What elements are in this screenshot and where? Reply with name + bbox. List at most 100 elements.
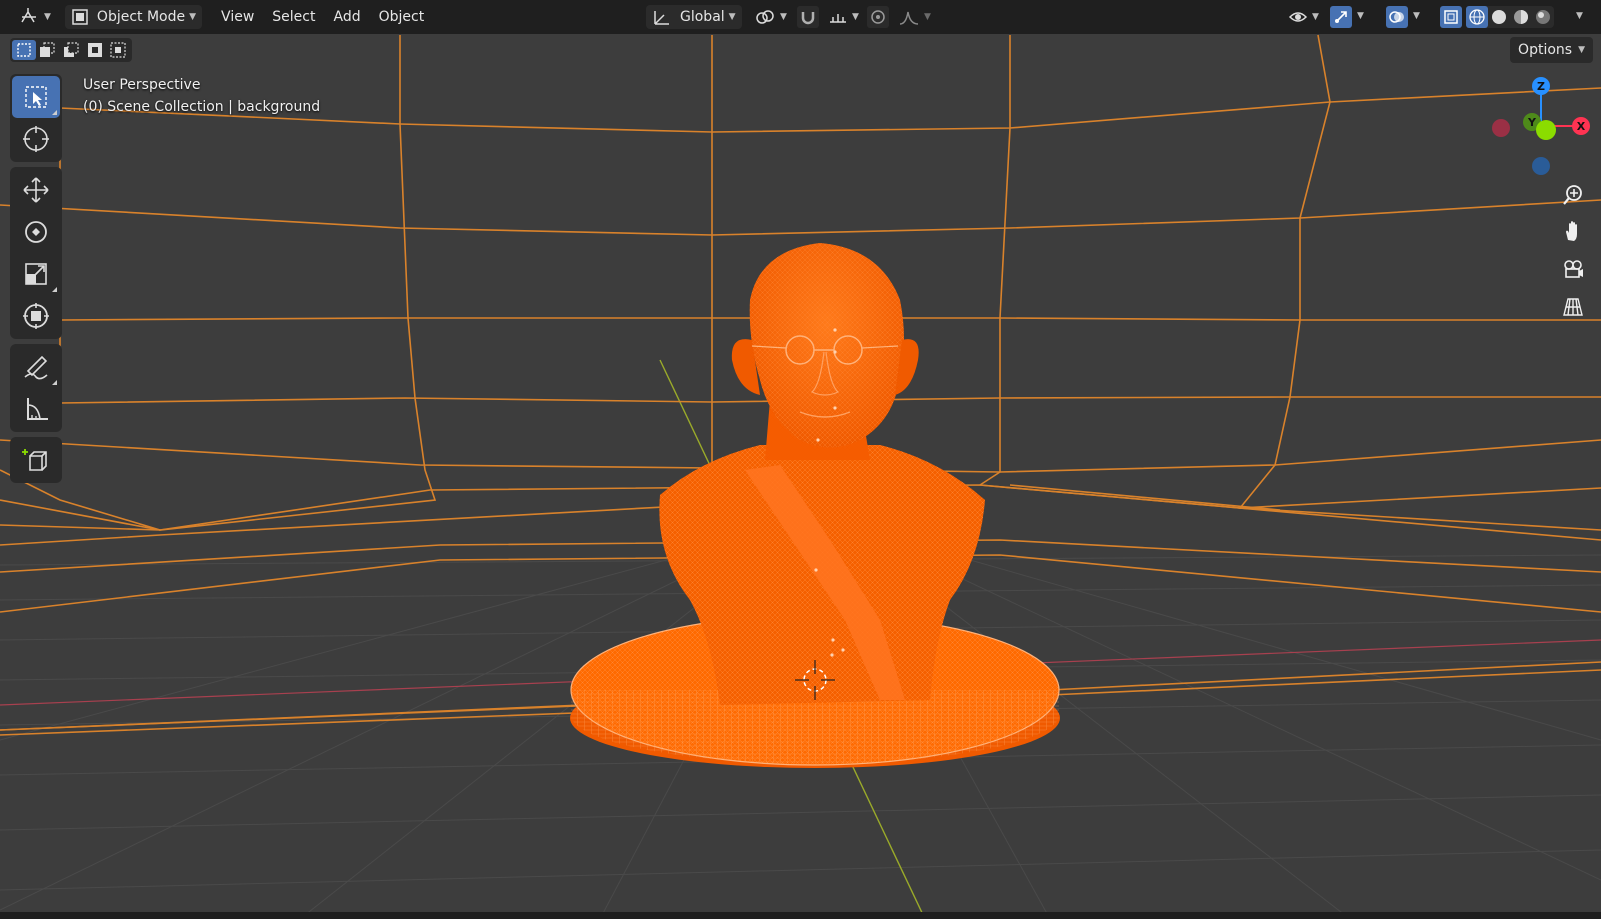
rendered-shading-button[interactable] [1532, 6, 1554, 28]
zoom-button[interactable] [1556, 178, 1590, 212]
falloff-curve-icon [899, 11, 919, 25]
orientation-icon [654, 11, 669, 25]
tool-group-transform [10, 167, 62, 339]
tool-variants-indicator [52, 287, 57, 292]
tool-annotate[interactable] [12, 346, 60, 388]
falloff-dropdown[interactable]: ▼ [892, 5, 937, 29]
eye-icon [1288, 12, 1308, 22]
select-subtract-button[interactable] [59, 40, 83, 60]
measure-ruler-icon [27, 398, 48, 420]
gizmo-neg-x [1492, 119, 1510, 137]
rendered-sphere-icon [1536, 10, 1550, 24]
tool-group-add [10, 437, 62, 483]
wireframe-sphere-icon [1469, 9, 1485, 25]
snap-increment-icon [830, 14, 846, 23]
gizmo-toggle[interactable] [1330, 6, 1352, 28]
chevron-down-icon: ▼ [1312, 12, 1319, 22]
tool-measure[interactable] [12, 388, 60, 430]
snap-target-dropdown[interactable]: ▼ [822, 5, 865, 29]
xray-toggle[interactable] [1440, 6, 1462, 28]
menu-view[interactable]: View [212, 5, 263, 29]
select-new-icon [17, 43, 31, 57]
magnet-icon [801, 12, 815, 25]
tool-scale[interactable] [12, 253, 60, 295]
viewport-scene [0, 34, 1601, 919]
tool-group-select [10, 74, 62, 162]
tool-variants-indicator [52, 380, 57, 385]
chevron-down-icon: ▼ [924, 12, 931, 22]
pivot-icon [756, 10, 774, 24]
select-box-icon [25, 86, 47, 108]
annotate-pencil-icon [24, 355, 48, 380]
gizmo-icon [1335, 11, 1347, 23]
xray-icon [1444, 10, 1458, 24]
viewport-info-overlay: User Perspective (0) Scene Collection | … [83, 74, 320, 118]
overlays-icon [1389, 11, 1404, 23]
tool-move[interactable] [12, 169, 60, 211]
overlays-toggle[interactable] [1386, 6, 1408, 28]
select-intersect-button[interactable] [106, 40, 130, 60]
chevron-down-icon: ▼ [189, 12, 197, 22]
gizmo-dropdown-chevron[interactable]: ▼ [1357, 11, 1364, 21]
tool-select-box[interactable] [12, 76, 60, 118]
tool-add-cube[interactable] [12, 439, 60, 481]
cursor-icon [23, 126, 49, 152]
wireframe-shading-button[interactable] [1466, 6, 1488, 28]
tool-variants-indicator [52, 110, 57, 115]
gizmo-neg-z [1532, 157, 1550, 175]
tool-shelf [10, 74, 62, 488]
viewport-bottom-border [0, 912, 1601, 919]
proportional-edit-toggle[interactable] [867, 6, 889, 28]
selection-mode-group [10, 38, 132, 62]
select-invert-icon [87, 43, 102, 57]
select-extend-button[interactable] [36, 40, 60, 60]
tool-cursor[interactable] [12, 118, 60, 160]
solid-shading-button[interactable] [1488, 6, 1510, 28]
chevron-down-icon: ▼ [780, 12, 787, 22]
editor-type-icon [21, 8, 36, 23]
transform-icon [23, 303, 49, 329]
object-mode-icon [72, 9, 88, 25]
pan-button[interactable] [1556, 214, 1590, 248]
menu-add[interactable]: Add [324, 5, 369, 29]
mode-dropdown[interactable]: Object Mode ▼ [64, 5, 203, 29]
collection-info: (0) Scene Collection | background [83, 99, 321, 115]
material-sphere-icon [1514, 10, 1528, 24]
move-icon [23, 177, 49, 203]
gizmo-y-label: Y [1527, 116, 1537, 129]
shading-dropdown-chevron[interactable]: ▼ [1576, 11, 1583, 21]
camera-view-button[interactable] [1556, 252, 1590, 286]
tool-transform[interactable] [12, 295, 60, 337]
pivot-point-dropdown[interactable]: ▼ [748, 5, 793, 29]
chevron-down-icon: ▼ [44, 12, 51, 22]
tool-group-annotate [10, 344, 62, 432]
options-dropdown[interactable]: Options ▼ [1510, 37, 1593, 63]
rotate-icon [25, 221, 47, 243]
select-intersect-icon [110, 42, 126, 58]
perspective-toggle-button[interactable] [1556, 290, 1590, 324]
select-invert-button[interactable] [83, 40, 107, 60]
tool-rotate[interactable] [12, 211, 60, 253]
shading-mode-group [1466, 6, 1554, 28]
visibility-dropdown[interactable]: ▼ [1282, 5, 1325, 29]
snap-toggle[interactable] [797, 6, 819, 28]
transform-orientation-dropdown[interactable]: Global ▼ [646, 5, 742, 29]
3d-viewport[interactable]: Y Z X [0, 0, 1601, 919]
editor-type-button[interactable]: ▼ [14, 5, 57, 29]
header-menus: View Select Add Object [212, 5, 433, 29]
material-shading-button[interactable] [1510, 6, 1532, 28]
menu-object[interactable]: Object [370, 5, 434, 29]
gizmo-neg-y [1536, 120, 1556, 140]
chevron-down-icon: ▼ [728, 12, 736, 22]
camera-icon [1564, 260, 1583, 278]
zoom-icon [1563, 185, 1582, 205]
overlays-dropdown-chevron[interactable]: ▼ [1413, 11, 1420, 21]
navigation-gizmo[interactable]: Y Z X [1480, 74, 1601, 184]
chevron-down-icon: ▼ [1578, 45, 1585, 55]
solid-sphere-icon [1492, 10, 1506, 24]
menu-select[interactable]: Select [263, 5, 324, 29]
gizmo-z-label: Z [1537, 80, 1545, 93]
scale-icon [25, 263, 47, 285]
add-cube-icon [22, 449, 47, 471]
select-new-button[interactable] [12, 40, 36, 60]
